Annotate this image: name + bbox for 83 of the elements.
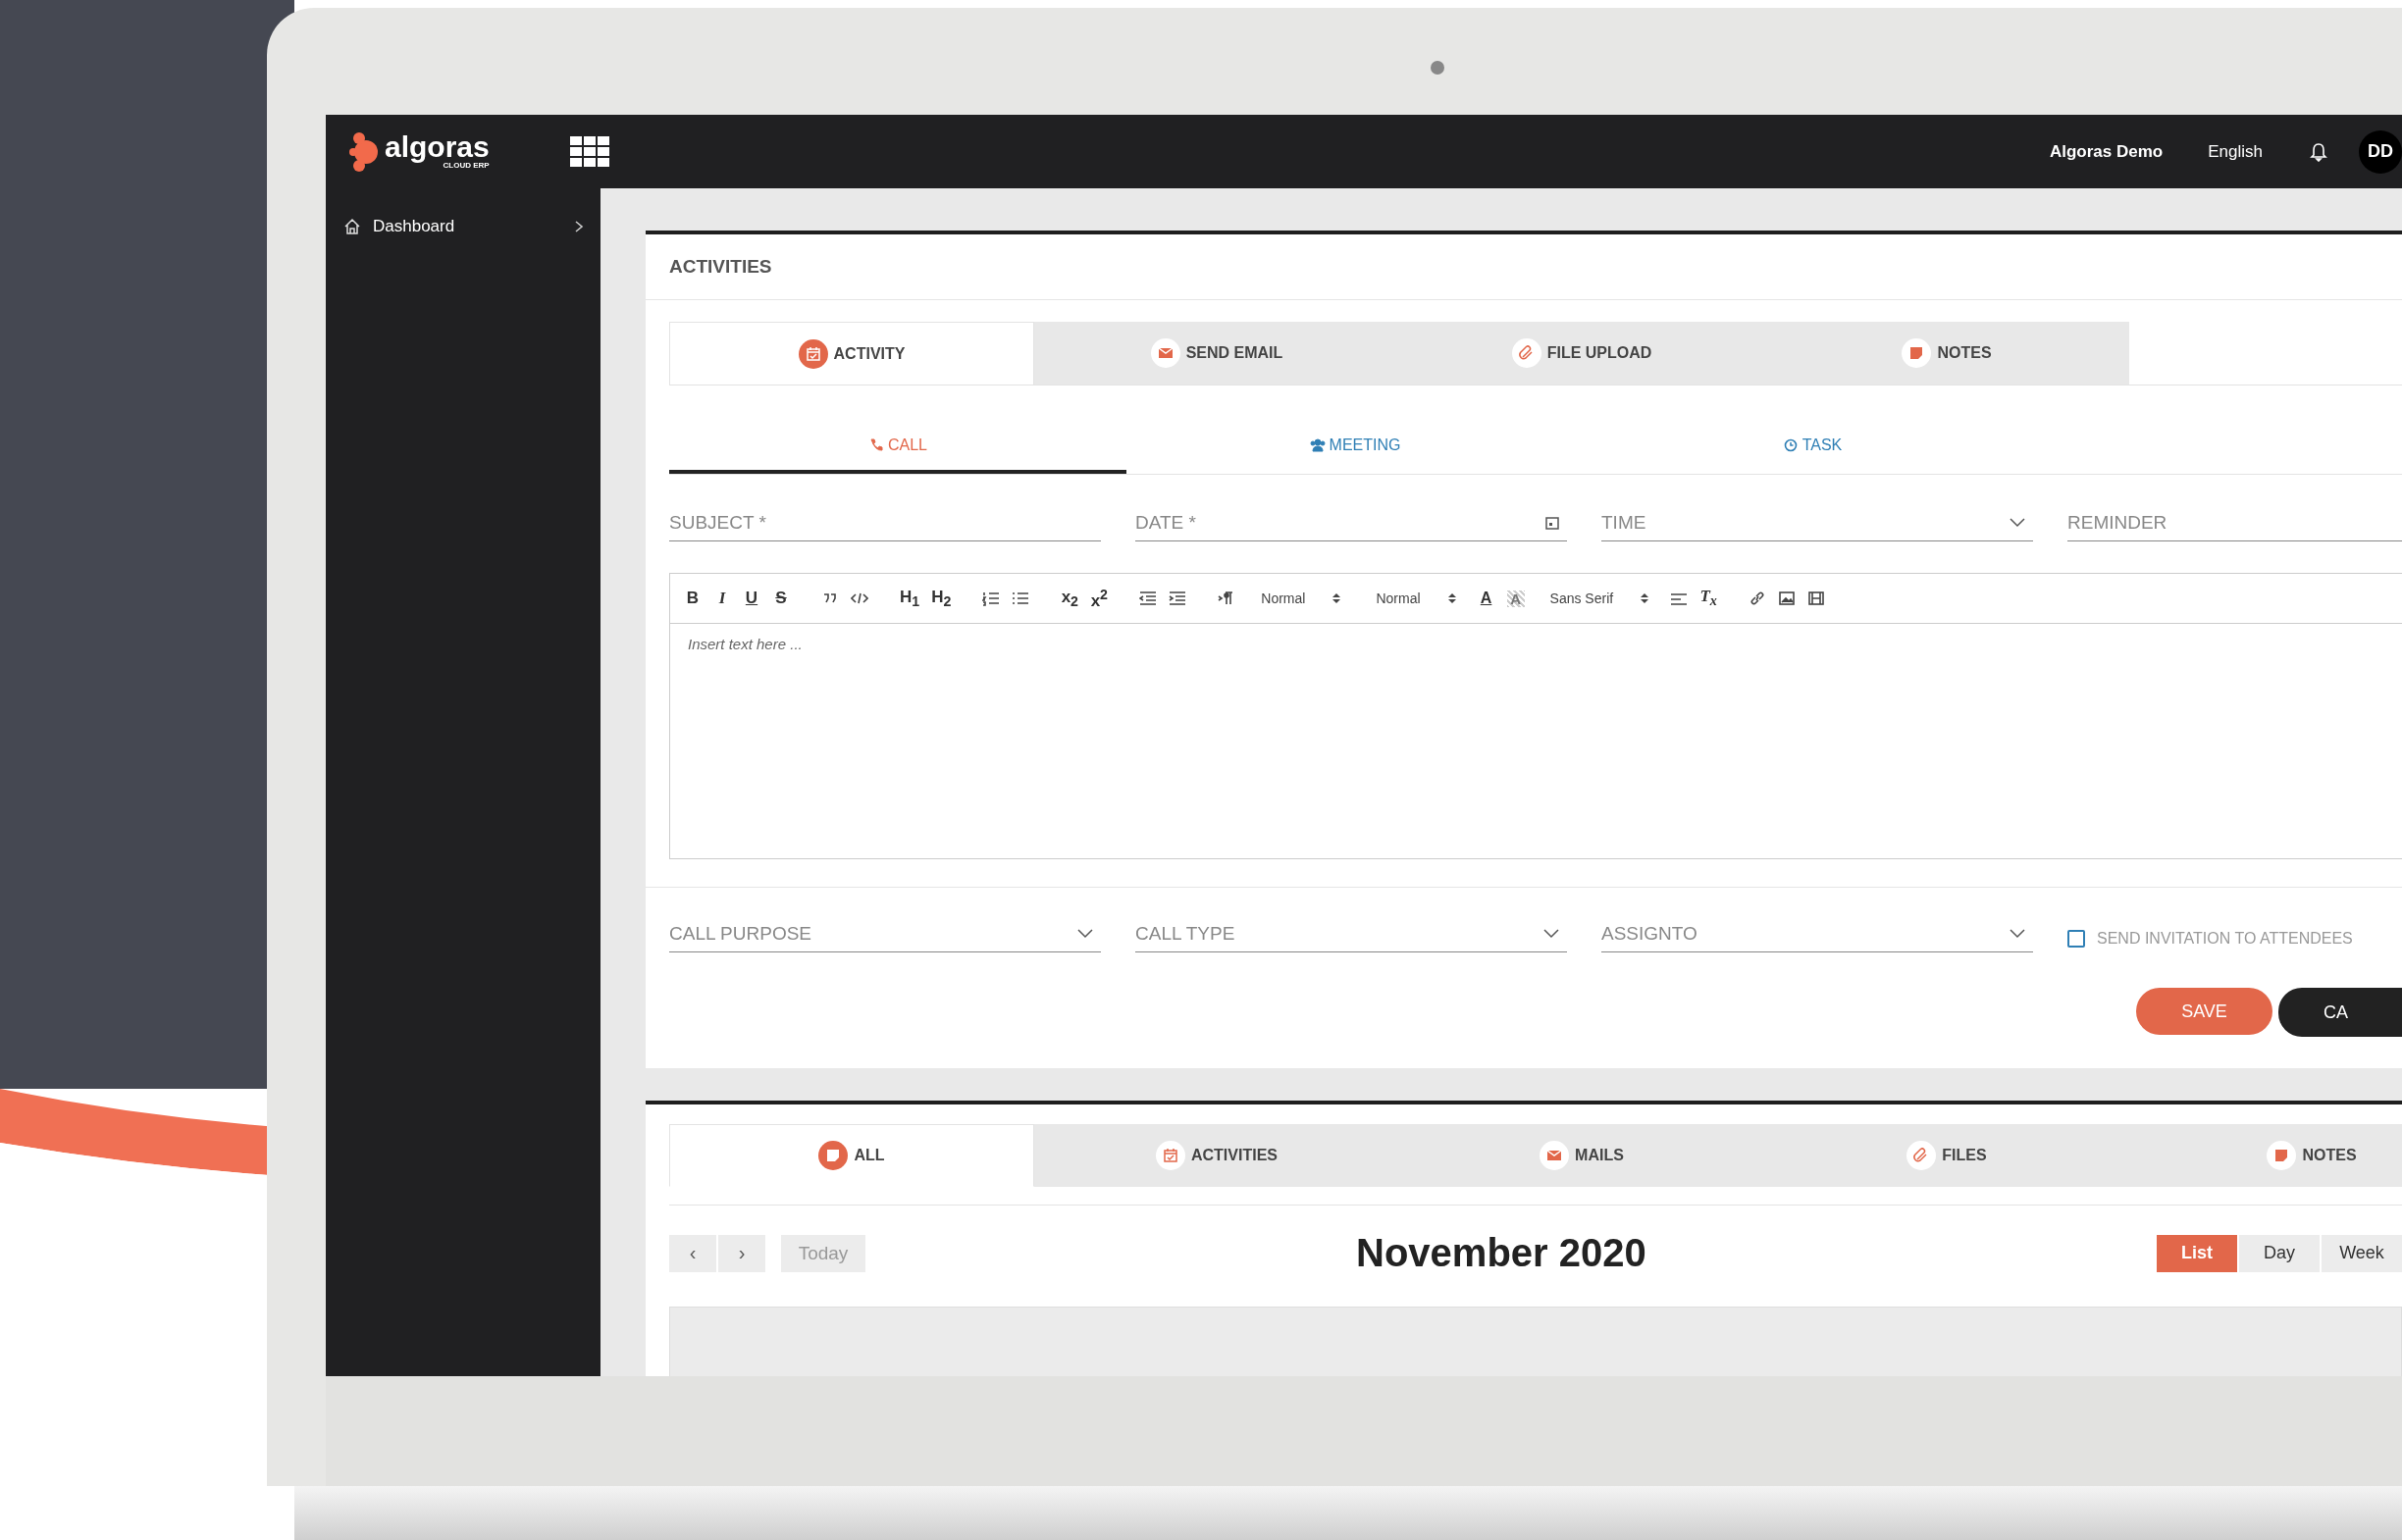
dropdown-field[interactable]: ASSIGNTO	[1601, 915, 2033, 952]
underline-button[interactable]: U	[743, 589, 760, 608]
checkbox-label: SEND INVITATION TO ATTENDEES	[2097, 930, 2353, 948]
format-dropdown[interactable]: Normal	[1362, 590, 1466, 606]
chevron-down-icon	[2010, 517, 2025, 528]
tab[interactable]: SEND EMAIL	[1034, 322, 1399, 385]
next-button[interactable]: ›	[718, 1234, 765, 1272]
sidebar-item[interactable]: Dashboard	[326, 210, 600, 243]
outdent-icon[interactable]	[1139, 590, 1158, 606]
home-icon	[343, 218, 361, 235]
apps-grid-icon[interactable]	[569, 135, 609, 168]
sort-arrows-icon	[1641, 592, 1649, 604]
align-icon[interactable]	[1670, 590, 1689, 606]
clock-icon	[1782, 438, 1799, 452]
editor-placeholder[interactable]: Insert text here ...	[688, 636, 803, 652]
indent-icon[interactable]	[1169, 590, 1187, 606]
card-title: ACTIVITIES	[669, 256, 772, 278]
dropdown-field[interactable]: CALL TYPE	[1135, 915, 1567, 952]
tab[interactable]: ALL	[669, 1124, 1034, 1187]
sidebar-label: Dashboard	[373, 217, 456, 236]
sub-tab[interactable]: MEETING	[1126, 421, 1584, 474]
mail-icon	[1150, 338, 1180, 368]
input-field[interactable]: DATE *	[1135, 504, 1567, 541]
note-icon	[818, 1141, 849, 1170]
note-icon	[2267, 1141, 2297, 1170]
user-name[interactable]: Algoras Demo	[2050, 141, 2164, 162]
camera-dot	[1431, 61, 1444, 75]
chevron-down-icon	[2010, 928, 2025, 939]
language-selector[interactable]: English	[2208, 141, 2263, 162]
dropdown-field[interactable]: CALL PURPOSE	[669, 915, 1101, 952]
input-field[interactable]: REMINDER	[2067, 504, 2402, 541]
format-dropdown[interactable]: Sans Serif	[1536, 590, 1659, 606]
phone-icon	[868, 438, 884, 452]
ul-icon[interactable]	[1012, 590, 1030, 606]
background-button[interactable]: A	[1506, 590, 1525, 607]
tab[interactable]: NOTES	[1764, 322, 2129, 385]
view-button[interactable]: Day	[2239, 1234, 2320, 1272]
link-icon[interactable]	[1749, 590, 1767, 606]
bell-icon[interactable]	[2310, 141, 2327, 162]
code-icon[interactable]	[851, 590, 868, 606]
clean-button[interactable]: T$_{x}$	[1699, 587, 1718, 610]
tab[interactable]: FILES	[1764, 1124, 2129, 1187]
view-button[interactable]: Week	[2322, 1234, 2402, 1272]
bold-button[interactable]: B	[684, 589, 702, 608]
heading-button[interactable]: H$_{2}$	[931, 587, 952, 610]
image-icon[interactable]	[1778, 590, 1797, 606]
calendar-icon	[1545, 515, 1559, 530]
tab[interactable]: FILE UPLOAD	[1399, 322, 1764, 385]
script-button[interactable]: x$_{2}$	[1061, 587, 1079, 610]
users-icon	[1309, 438, 1326, 452]
previous-button[interactable]: ‹	[669, 1234, 716, 1272]
input-field[interactable]: TIME	[1601, 504, 2033, 541]
tab[interactable]: MAILS	[1399, 1124, 1764, 1187]
input-field[interactable]: SUBJECT *	[669, 504, 1101, 541]
color-button[interactable]: A	[1477, 590, 1495, 607]
cancel-button[interactable]: CA	[2278, 988, 2402, 1037]
tab[interactable]: NOTES	[2129, 1124, 2402, 1187]
video-icon[interactable]	[1807, 590, 1826, 606]
tab[interactable]: ACTIVITY	[669, 322, 1034, 385]
tab[interactable]: ACTIVITIES	[1034, 1124, 1399, 1187]
calendar-icon	[1156, 1141, 1185, 1170]
sort-arrows-icon	[1332, 592, 1341, 604]
chevron-down-icon	[1077, 928, 1093, 939]
ol-icon[interactable]	[982, 590, 1001, 606]
chevron-down-icon	[1543, 928, 1559, 939]
sort-arrows-icon	[1447, 592, 1456, 604]
brand-subtitle: CLOUD ERP	[443, 161, 490, 170]
calendar-title: November 2020	[1356, 1231, 1647, 1275]
script-button[interactable]: x$^{2}$	[1090, 586, 1109, 611]
logo[interactable]: algoras CLOUD ERP	[349, 129, 490, 174]
heading-button[interactable]: H$_{1}$	[900, 587, 920, 610]
brand-name: algoras	[385, 133, 490, 161]
sub-tab[interactable]: TASK	[1584, 421, 2041, 474]
italic-button[interactable]: I	[713, 589, 731, 608]
strike-button[interactable]: S	[772, 589, 790, 608]
clip-icon	[1511, 338, 1541, 368]
checkbox[interactable]	[2067, 930, 2085, 948]
format-dropdown[interactable]: Normal	[1247, 590, 1351, 606]
mail-icon	[1540, 1141, 1570, 1170]
calendar-icon	[798, 338, 828, 369]
note-icon	[1902, 338, 1932, 368]
clip-icon	[1906, 1141, 1937, 1170]
user-avatar[interactable]: DD	[2359, 129, 2402, 174]
